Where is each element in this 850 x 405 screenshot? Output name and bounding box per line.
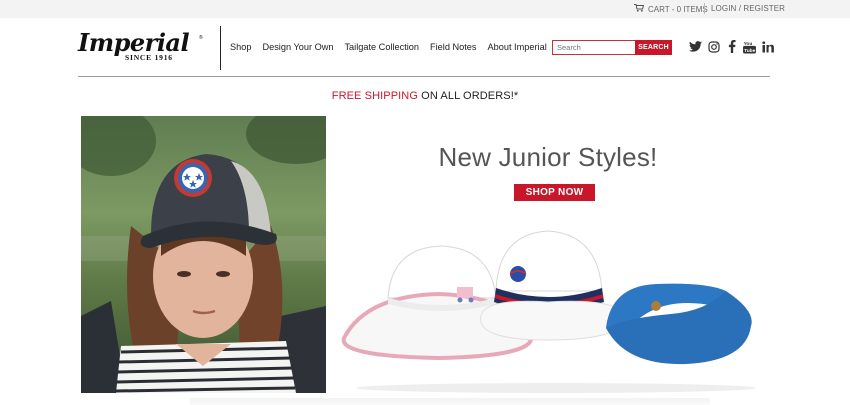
top-utility-bar: CART - 0 ITEMS LOGIN / REGISTER (0, 0, 850, 18)
junior-hats-image[interactable] (326, 216, 770, 393)
social-links: You Tube (689, 40, 774, 53)
facebook-icon[interactable] (725, 40, 738, 53)
cart-link[interactable]: CART - 0 ITEMS (634, 4, 708, 14)
blue-visor-icon (606, 283, 752, 365)
search-input[interactable] (552, 40, 635, 55)
login-register-link[interactable]: LOGIN / REGISTER (711, 4, 785, 13)
linkedin-icon[interactable] (761, 40, 774, 53)
nav-item-about-imperial[interactable]: About Imperial (488, 42, 547, 52)
brand-logo[interactable]: Imperial SINCE 1916 ® (78, 28, 206, 64)
twitter-icon[interactable] (689, 40, 702, 53)
logo-since-text: SINCE 1916 (125, 53, 173, 62)
navy-red-band-bucket-hat-icon (480, 230, 625, 341)
hero-title: New Junior Styles! (438, 142, 658, 172)
site-header: Imperial SINCE 1916 ® Shop Design Your O… (0, 18, 850, 78)
promo-banner[interactable]: FREE SHIPPING ON ALL ORDERS!* (0, 90, 850, 102)
hero-promo-panel: New Junior Styles! SHOP NOW (326, 116, 770, 393)
instagram-icon[interactable] (707, 40, 720, 53)
svg-text:Tube: Tube (744, 47, 755, 53)
header-divider (220, 26, 221, 70)
nav-item-field-notes[interactable]: Field Notes (430, 42, 476, 52)
header-rule (78, 76, 770, 77)
promo-highlight: FREE SHIPPING (331, 90, 419, 102)
search-form: SEARCH (552, 40, 672, 55)
hero-photo[interactable] (81, 116, 326, 393)
page-bottom-fade (190, 398, 710, 405)
promo-rest: ON ALL ORDERS!* (418, 90, 519, 102)
logo-script-text: Imperial (78, 28, 190, 57)
child-in-cap-photo (81, 116, 326, 393)
main-nav: Shop Design Your Own Tailgate Collection… (230, 42, 558, 52)
nav-item-shop[interactable]: Shop (230, 42, 251, 52)
search-button[interactable]: SEARCH (635, 40, 672, 55)
nav-item-design-your-own[interactable]: Design Your Own (262, 42, 333, 52)
cart-icon (634, 4, 645, 14)
shop-now-button[interactable]: SHOP NOW (514, 184, 595, 201)
cart-label: CART - 0 ITEMS (648, 4, 708, 14)
logo-registered-mark: ® (199, 35, 203, 41)
nav-item-tailgate-collection[interactable]: Tailgate Collection (344, 42, 419, 52)
topbar-divider (704, 3, 705, 14)
youtube-icon[interactable]: You Tube (743, 40, 756, 53)
